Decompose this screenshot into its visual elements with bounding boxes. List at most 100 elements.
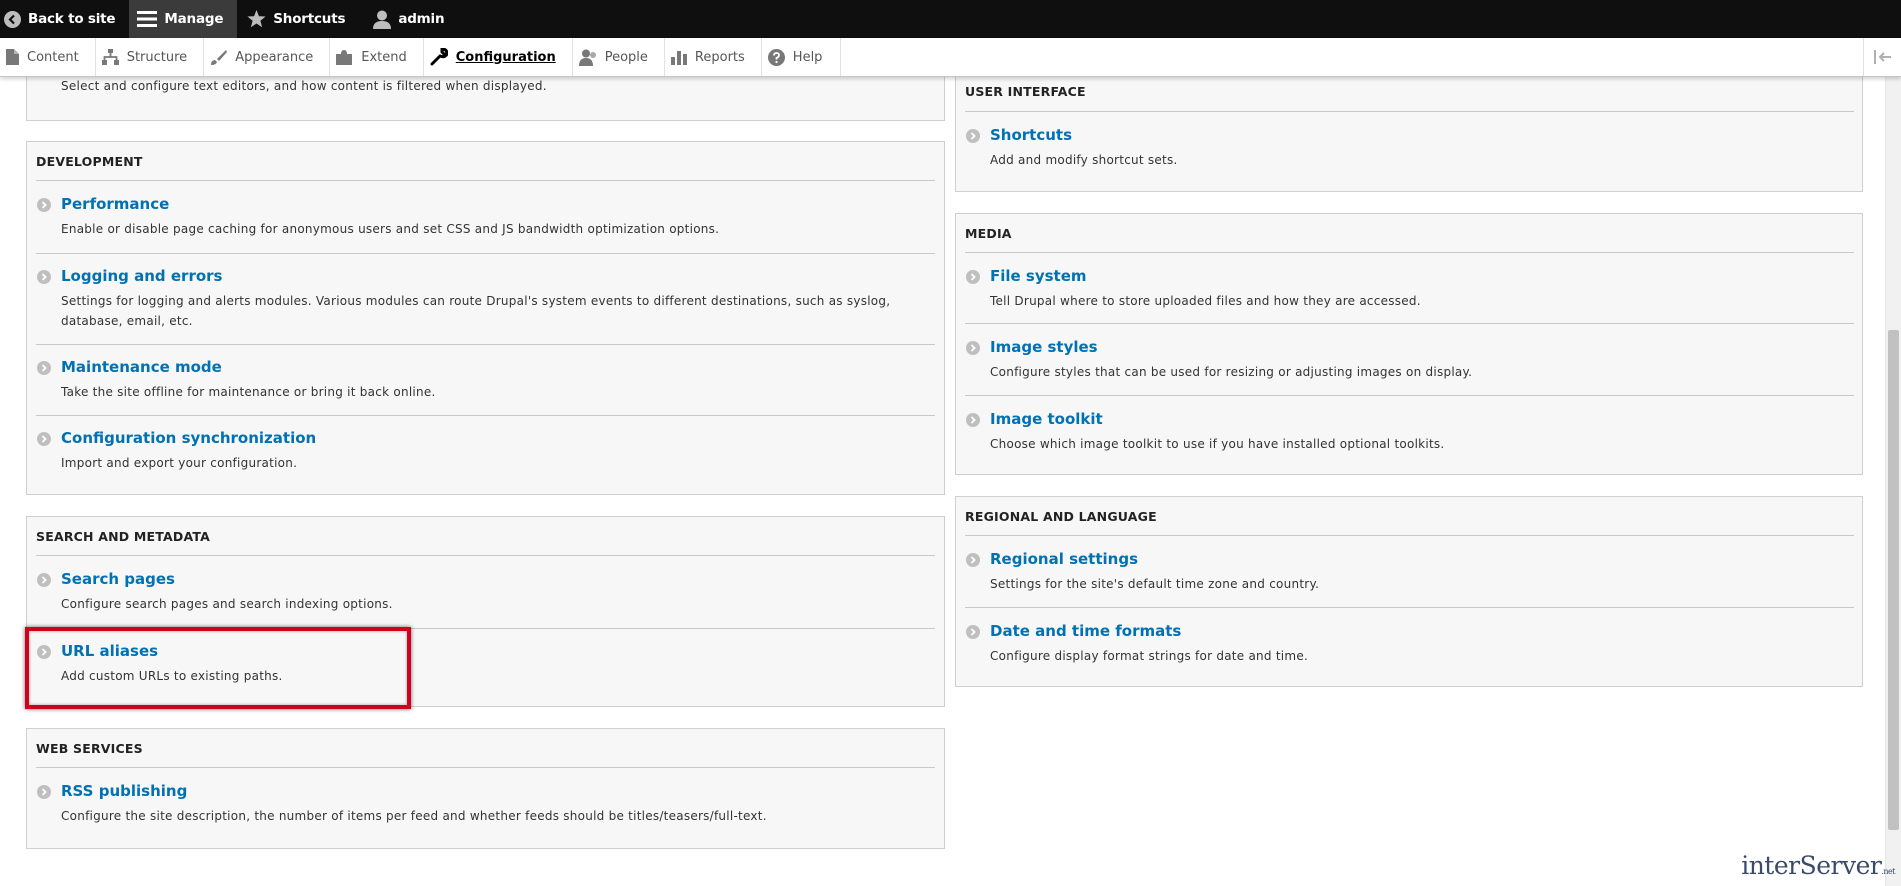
tray-item-label: Help	[792, 49, 823, 65]
panel-item-description: Select and configure text editors, and h…	[61, 79, 547, 93]
watermark-text: interServer	[1741, 851, 1882, 880]
person-icon	[578, 49, 596, 66]
chevron-right-circle-icon	[37, 270, 51, 284]
tray-item-extend[interactable]: Extend	[330, 38, 424, 76]
chevron-right-circle-icon	[37, 198, 51, 212]
tray-item-label: Structure	[126, 49, 188, 65]
maintenance-mode-link[interactable]: Maintenance mode	[61, 358, 222, 376]
panel-divider	[965, 252, 1854, 253]
panel-title: SEARCH AND METADATA	[36, 529, 211, 544]
panel-title: MEDIA	[965, 226, 1012, 241]
tray-item-label: Extend	[361, 49, 407, 65]
hamburger-icon	[137, 11, 158, 27]
panel-title: WEB SERVICES	[36, 741, 143, 756]
shortcuts-tab[interactable]: Shortcuts	[237, 0, 359, 38]
panel-item-description: Tell Drupal where to store uploaded file…	[990, 294, 1421, 308]
panel-divider	[36, 767, 935, 768]
panel-item-description: Configure display format strings for dat…	[990, 649, 1309, 663]
item-separator	[36, 253, 935, 254]
tray-item-help[interactable]: Help	[762, 38, 842, 76]
tray-item-label: People	[604, 49, 648, 65]
panel-regional-and-language: REGIONAL AND LANGUAGE Regional settings …	[955, 496, 1863, 687]
panel-divider	[36, 555, 935, 556]
item-separator	[965, 323, 1854, 324]
tray-item-content[interactable]: Content	[0, 38, 96, 76]
puzzle-icon	[336, 50, 353, 65]
rss-publishing-link[interactable]: RSS publishing	[61, 782, 187, 800]
panel-user-interface: USER INTERFACE Shortcuts Add and modify …	[955, 60, 1863, 192]
user-tab[interactable]: admin	[359, 0, 458, 38]
panel-item-description: Choose which image toolkit to use if you…	[990, 437, 1445, 451]
panel-title: DEVELOPMENT	[36, 154, 143, 169]
panel-item-description: Settings for logging and alerts modules.…	[61, 294, 891, 328]
panel-item-description: Configure the site description, the numb…	[61, 809, 767, 823]
panel-item-description: Configure styles that can be used for re…	[990, 365, 1473, 379]
panel-item-description: Import and export your configuration.	[61, 456, 298, 470]
shortcuts-link[interactable]: Shortcuts	[990, 126, 1072, 144]
chevron-right-circle-icon	[37, 785, 51, 799]
file-system-link[interactable]: File system	[990, 267, 1087, 285]
chevron-right-circle-icon	[966, 270, 980, 284]
back-to-site-link[interactable]: Back to site	[0, 0, 129, 38]
user-label: admin	[398, 11, 445, 27]
panel-title: REGIONAL AND LANGUAGE	[965, 509, 1157, 524]
panel-divider	[965, 535, 1854, 536]
admin-toolbar: Back to site Manage Shortcuts admin	[0, 0, 1901, 38]
wrench-icon	[430, 48, 448, 66]
bar-chart-icon	[670, 51, 687, 65]
panel-media: MEDIA File system Tell Drupal where to s…	[955, 213, 1863, 475]
chevron-right-circle-icon	[37, 361, 51, 375]
chevron-right-circle-icon	[966, 625, 980, 639]
tray-item-label: Appearance	[235, 49, 314, 65]
panel-web-services: WEB SERVICES RSS publishing Configure th…	[26, 728, 945, 849]
panel-title: USER INTERFACE	[965, 84, 1086, 99]
tray-item-appearance[interactable]: Appearance	[204, 38, 331, 76]
image-styles-link[interactable]: Image styles	[990, 338, 1098, 356]
watermark-logo: interServer .net	[1741, 851, 1895, 880]
tray-item-reports[interactable]: Reports	[665, 38, 762, 76]
manage-tab[interactable]: Manage	[129, 0, 238, 38]
tray-item-people[interactable]: People	[573, 38, 665, 76]
configuration-synchronization-link[interactable]: Configuration synchronization	[61, 429, 316, 447]
regional-settings-link[interactable]: Regional settings	[990, 550, 1138, 568]
logging-and-errors-link[interactable]: Logging and errors	[61, 267, 222, 285]
date-and-time-formats-link[interactable]: Date and time formats	[990, 622, 1181, 640]
chevron-right-circle-icon	[966, 553, 980, 567]
panel-divider	[36, 180, 935, 181]
user-icon	[373, 10, 392, 29]
item-separator	[965, 395, 1854, 396]
scrollbar-thumb[interactable]	[1888, 330, 1899, 830]
watermark-suffix: .net	[1881, 867, 1895, 876]
performance-link[interactable]: Performance	[61, 195, 169, 213]
panel-item-description: Add and modify shortcut sets.	[990, 153, 1178, 167]
sitemap-icon	[101, 49, 119, 65]
chevron-right-circle-icon	[966, 413, 980, 427]
tray-item-label: Content	[27, 49, 79, 65]
toolbar-tray: Content Structure Appearance Extend Conf…	[0, 38, 1901, 77]
panel-development: DEVELOPMENT Performance Enable or disabl…	[26, 141, 945, 495]
search-pages-link[interactable]: Search pages	[61, 570, 175, 588]
tray-orientation-toggle[interactable]	[1863, 38, 1901, 76]
highlight-box	[25, 627, 411, 709]
orientation-toggle-icon	[1873, 50, 1891, 64]
paintbrush-icon	[211, 49, 228, 65]
tray-item-configuration[interactable]: Configuration	[424, 38, 573, 76]
image-toolkit-link[interactable]: Image toolkit	[990, 410, 1103, 428]
panel-item-description: Take the site offline for maintenance or…	[61, 385, 436, 399]
manage-label: Manage	[164, 11, 224, 27]
chevron-left-circle-icon	[4, 10, 21, 28]
tray-item-label: Configuration	[455, 49, 556, 65]
panel-item-description: Configure search pages and search indexi…	[61, 597, 393, 611]
chevron-right-circle-icon	[966, 129, 980, 143]
star-icon	[247, 10, 266, 28]
chevron-right-circle-icon	[966, 341, 980, 355]
panel-item-description: Enable or disable page caching for anony…	[61, 222, 720, 236]
panel-divider	[965, 111, 1854, 112]
tray-item-structure[interactable]: Structure	[96, 38, 205, 76]
file-icon	[6, 49, 19, 65]
item-separator	[36, 415, 935, 416]
back-to-site-label: Back to site	[28, 11, 116, 27]
item-separator	[36, 344, 935, 345]
tray-item-label: Reports	[694, 49, 745, 65]
shortcuts-label: Shortcuts	[273, 11, 346, 27]
